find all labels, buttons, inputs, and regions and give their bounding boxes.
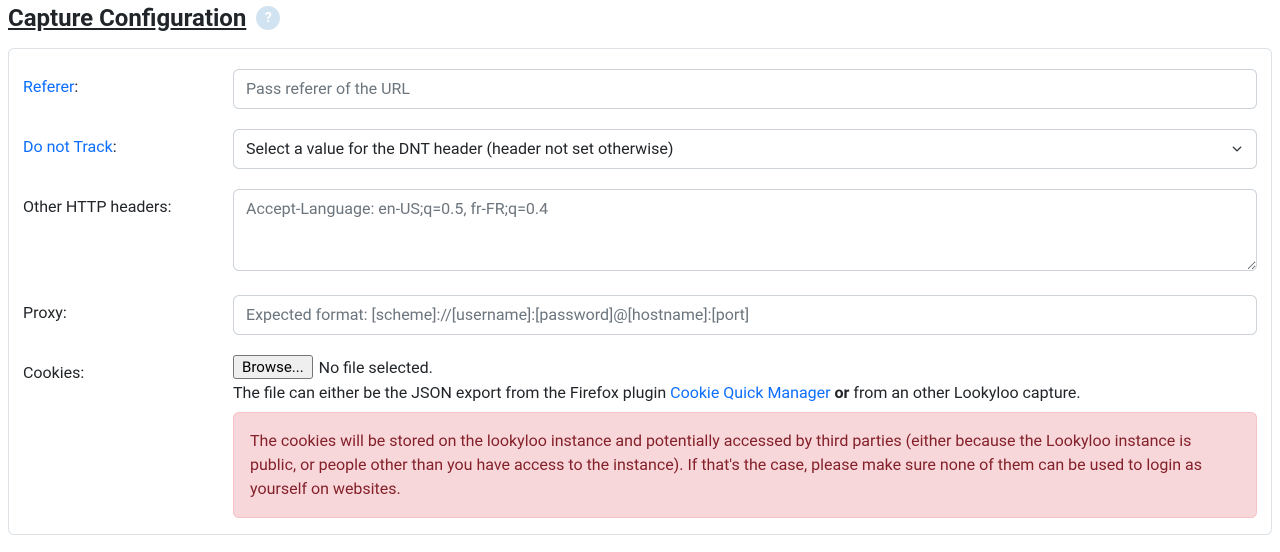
cookies-warning: The cookies will be stored on the lookyl… — [233, 412, 1257, 518]
other-headers-input[interactable] — [233, 189, 1257, 271]
help-suffix: from an other Lookyloo capture. — [849, 383, 1080, 402]
row-cookies: Cookies: Browse... No file selected. The… — [23, 355, 1257, 518]
row-dnt: Do not Track: Select a value for the DNT… — [23, 129, 1257, 169]
referer-link[interactable]: Referer — [23, 77, 74, 96]
row-proxy: Proxy: — [23, 295, 1257, 335]
file-status: No file selected. — [319, 358, 433, 377]
browse-button[interactable]: Browse... — [233, 355, 313, 379]
config-panel: Referer: Do not Track: Select a value fo… — [8, 48, 1272, 535]
label-referer: Referer: — [23, 69, 233, 96]
help-or: or — [835, 383, 850, 402]
proxy-input[interactable] — [233, 295, 1257, 335]
row-referer: Referer: — [23, 69, 1257, 109]
label-dnt: Do not Track: — [23, 129, 233, 156]
row-other-headers: Other HTTP headers: — [23, 189, 1257, 275]
help-prefix: The file can either be the JSON export f… — [233, 383, 670, 402]
label-cookies: Cookies: — [23, 355, 233, 382]
page-header: Capture Configuration ? — [8, 4, 1272, 32]
cookie-quick-manager-link[interactable]: Cookie Quick Manager — [670, 383, 830, 402]
label-other-headers: Other HTTP headers: — [23, 189, 233, 216]
page-title: Capture Configuration — [8, 4, 246, 32]
referer-input[interactable] — [233, 69, 1257, 109]
dnt-select[interactable]: Select a value for the DNT header (heade… — [233, 129, 1257, 169]
help-icon[interactable]: ? — [256, 6, 280, 30]
dnt-link[interactable]: Do not Track — [23, 137, 113, 156]
label-proxy: Proxy: — [23, 295, 233, 322]
cookies-help-text: The file can either be the JSON export f… — [233, 383, 1257, 402]
